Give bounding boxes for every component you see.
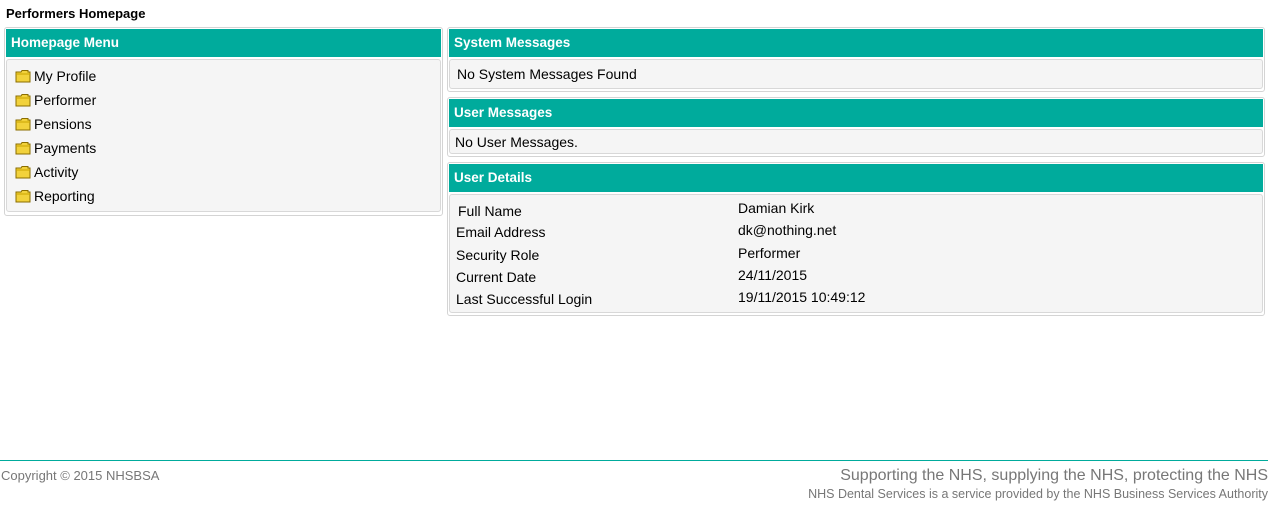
detail-row-last-login: Last Successful Login 19/11/2015 10:49:1…	[450, 289, 1262, 313]
folder-icon	[15, 94, 31, 107]
menu-item-pensions[interactable]: Pensions	[15, 112, 440, 136]
menu-item-label: Payments	[34, 140, 97, 156]
footer-tagline: Supporting the NHS, supplying the NHS, p…	[840, 467, 1268, 484]
user-details-body: Full Name Damian Kirk Email Address dk@n…	[449, 194, 1263, 313]
detail-row-full-name: Full Name Damian Kirk	[450, 200, 1262, 224]
user-details-panel: User Details Full Name Damian Kirk Email…	[447, 162, 1265, 316]
folder-icon	[15, 118, 31, 131]
user-messages-panel: User Messages No User Messages.	[447, 97, 1265, 157]
detail-value: 19/11/2015 10:49:12	[738, 289, 866, 305]
menu-item-my-profile[interactable]: My Profile	[15, 64, 440, 88]
detail-row-email: Email Address dk@nothing.net	[450, 222, 1262, 246]
homepage-menu-panel: Homepage Menu My Profile Performer Pensi…	[4, 27, 443, 216]
detail-label: Current Date	[456, 269, 537, 285]
homepage-menu-body: My Profile Performer Pensions Payments A…	[6, 59, 441, 212]
menu-item-label: My Profile	[34, 68, 97, 84]
user-messages-text: No User Messages.	[449, 129, 1263, 154]
system-messages-text: No System Messages Found	[449, 59, 1263, 89]
menu-item-label: Activity	[34, 164, 79, 180]
system-messages-header: System Messages	[449, 29, 1263, 57]
menu-item-label: Pensions	[34, 116, 92, 132]
menu-item-label: Reporting	[34, 188, 95, 204]
detail-row-security-role: Security Role Performer	[450, 245, 1262, 269]
page-title: Performers Homepage	[6, 6, 146, 21]
system-messages-panel: System Messages No System Messages Found	[447, 27, 1265, 92]
homepage-menu-header: Homepage Menu	[6, 29, 441, 57]
menu-item-payments[interactable]: Payments	[15, 136, 440, 160]
menu-item-label: Performer	[34, 92, 97, 108]
footer-divider	[0, 460, 1268, 461]
folder-icon	[15, 166, 31, 179]
folder-icon	[15, 70, 31, 83]
footer-copyright: Copyright © 2015 NHSBSA	[1, 468, 160, 483]
menu-item-activity[interactable]: Activity	[15, 160, 440, 184]
folder-icon	[15, 142, 31, 155]
user-messages-header: User Messages	[449, 99, 1263, 127]
detail-label: Security Role	[456, 247, 540, 263]
user-details-header: User Details	[449, 164, 1263, 192]
detail-value: Damian Kirk	[738, 200, 815, 216]
detail-label: Email Address	[456, 224, 546, 240]
menu-item-reporting[interactable]: Reporting	[15, 184, 440, 208]
folder-icon	[15, 190, 31, 203]
footer-service-note: NHS Dental Services is a service provide…	[808, 487, 1268, 501]
detail-row-current-date: Current Date 24/11/2015	[450, 267, 1262, 291]
detail-label: Last Successful Login	[456, 291, 593, 307]
detail-label: Full Name	[458, 203, 522, 219]
detail-value: 24/11/2015	[738, 267, 808, 283]
menu-item-performer[interactable]: Performer	[15, 88, 440, 112]
detail-value: Performer	[738, 245, 801, 261]
detail-value: dk@nothing.net	[738, 222, 837, 238]
